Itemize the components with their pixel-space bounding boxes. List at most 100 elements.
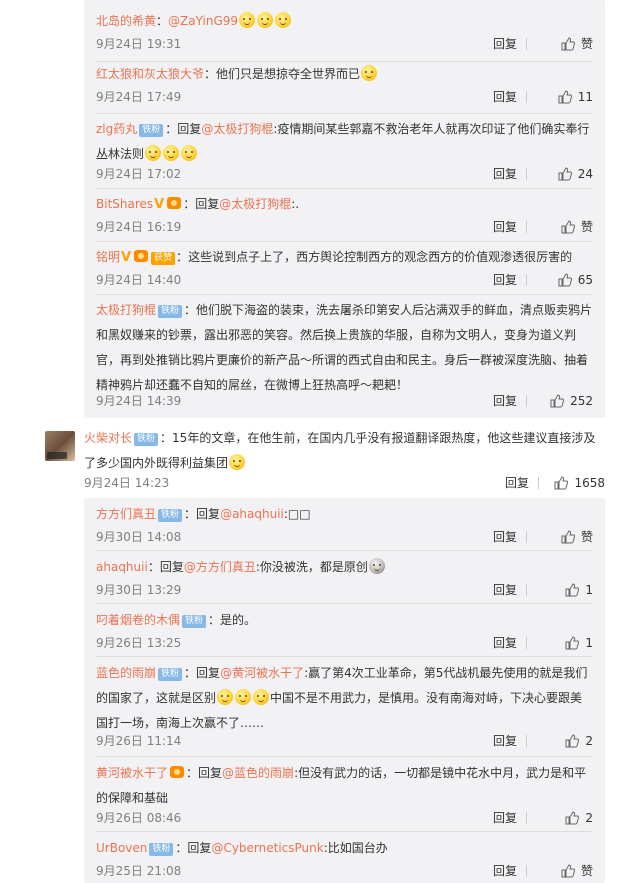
reply-item: zlg药丸 铁粉 ：回复@太极打狗棍:疫情期间某些郭嘉不救治老年人就再次印证了他们确… [96, 117, 593, 183]
reply-button[interactable]: 回复 [493, 271, 517, 289]
reply-text: 是的。 [220, 613, 257, 627]
thumbs-up-icon [558, 90, 572, 104]
like-button[interactable]: 赞 [561, 218, 593, 236]
vip-v-icon: V [154, 197, 165, 212]
medal-icon [167, 197, 182, 209]
reply-meta: 9月24日 19:31 回复 赞 [96, 35, 593, 53]
emoji-icon [239, 12, 256, 28]
reply-button[interactable]: 回复 [505, 474, 529, 492]
reply-username[interactable]: 黄河被水干了 [96, 766, 168, 780]
mention-link[interactable]: @ahaqhuii [220, 507, 284, 521]
like-button[interactable]: 11 [558, 88, 593, 106]
like-button[interactable]: 赞 [561, 528, 593, 546]
like-button[interactable]: 2 [565, 732, 593, 750]
thumbs-up-icon [565, 811, 580, 825]
reply-button[interactable]: 回复 [493, 581, 517, 599]
reply-meta: 9月24日 17:02 回复 24 [96, 165, 593, 183]
reply-item: 红太狼和灰太狼大爷：他们只是想掠夺全世界而已 9月24日 17:49 回复 11 [96, 62, 593, 106]
reply-button[interactable]: 回复 [493, 862, 517, 880]
reply-item: UrBoven 铁粉 ：回复@CyberneticsPunk:比如国台办 9月25日… [96, 836, 593, 880]
mention-link[interactable]: @太极打狗棍 [201, 122, 273, 136]
reply-username[interactable]: 蓝色的雨崩 [96, 666, 156, 680]
reply-button[interactable]: 回复 [493, 35, 517, 53]
divider [538, 477, 539, 489]
reply-username[interactable]: 铭明 [96, 250, 120, 264]
timestamp: 9月24日 14:40 [96, 273, 182, 287]
thumbs-up-icon [565, 583, 580, 597]
reply-item: 蓝色的雨崩 铁粉 ：回复@黄河被水干了:赢了第4次工业革命，第5代战机最先使用的就是… [96, 661, 593, 750]
reply-username[interactable]: BitShares [96, 197, 153, 211]
reply-button[interactable]: 回复 [493, 528, 517, 546]
emoji-icon [145, 145, 162, 161]
reply-button[interactable]: 回复 [493, 218, 517, 236]
like-button[interactable]: 24 [558, 165, 593, 183]
like-count: 赞 [580, 220, 593, 234]
reply-meta: 9月24日 17:49 回复 11 [96, 88, 593, 106]
timestamp: 9月24日 17:49 [96, 90, 182, 104]
reply-username[interactable]: 叼着烟卷的木偶 [96, 613, 180, 627]
fan-badge: 铁粉 [158, 668, 183, 681]
reply-username[interactable]: zlg药丸 [96, 122, 137, 136]
reply-button[interactable]: 回复 [493, 88, 517, 106]
mention-link[interactable]: @蓝色的雨崩 [222, 766, 294, 780]
thumbs-up-icon [561, 220, 575, 234]
emoji-icon [229, 454, 246, 470]
like-count: 2 [585, 811, 593, 825]
reply-text: :. [291, 197, 300, 211]
reply-button[interactable]: 回复 [493, 809, 517, 827]
like-button[interactable]: 赞 [561, 35, 593, 53]
reply-button[interactable]: 回复 [493, 392, 517, 410]
like-button[interactable]: 1 [565, 634, 593, 652]
reply-button[interactable]: 回复 [493, 634, 517, 652]
thumbs-up-icon [561, 864, 575, 878]
reply-username[interactable]: 太极打狗棍 [96, 303, 156, 317]
emoji-icon [368, 558, 385, 574]
divider [96, 603, 593, 604]
reply-meta: 9月26日 13:25 回复 1 [96, 634, 593, 652]
reply-item: BitSharesV ：回复@太极打狗棍:. 9月24日 16:19 回复 赞 [96, 192, 593, 236]
divider [526, 38, 527, 50]
emoji-icon [181, 145, 198, 161]
mention-link[interactable]: @太极打狗棍 [219, 197, 291, 211]
reply-item: 叼着烟卷的木偶 铁粉 ：是的。 9月26日 13:25 回复 1 [96, 608, 593, 652]
mention-link[interactable]: @ZaYinG99 [168, 14, 238, 28]
like-button[interactable]: 赞 [561, 862, 593, 880]
like-button[interactable]: 1 [565, 581, 593, 599]
reply-button[interactable]: 回复 [493, 165, 517, 183]
like-count: 252 [570, 394, 593, 408]
reply-username[interactable]: 红太狼和灰太狼大爷 [96, 67, 204, 81]
divider [526, 637, 527, 649]
reply-content: 红太狼和灰太狼大爷：他们只是想掠夺全世界而已 [96, 62, 593, 87]
reply-item: 太极打狗棍 铁粉 ：他们脱下海盗的装束，洗去屠杀印第安人后沾满双手的鲜血，清点贩卖鸦… [96, 298, 593, 414]
divider [96, 656, 593, 657]
timestamp: 9月26日 11:14 [96, 734, 182, 748]
reply-username[interactable]: UrBoven [96, 841, 147, 855]
mention-link[interactable]: @方方们真丑 [184, 560, 256, 574]
avatar[interactable] [45, 431, 75, 461]
thumbs-up-icon [550, 394, 565, 408]
reply-content: 黄河被水干了 ：回复@蓝色的雨崩:但没有武力的话，一切都是镜中花水中月，武力是和平… [96, 766, 587, 805]
reply-button[interactable]: 回复 [493, 732, 517, 750]
thumbs-up-icon [565, 636, 580, 650]
emoji-icon [257, 12, 274, 28]
divider [96, 294, 593, 295]
mention-link[interactable]: @黄河被水干了 [220, 666, 304, 680]
like-button[interactable]: 65 [558, 271, 593, 289]
reply-meta: 9月24日 14:39 回复 252 [96, 392, 593, 410]
reply-meta: 9月24日 14:40 回复 65 [96, 271, 593, 289]
emoji-icon [163, 145, 180, 161]
divider [526, 584, 527, 596]
divider [526, 91, 527, 103]
reply-username[interactable]: 北岛的希黄 [96, 14, 156, 28]
reply-username[interactable]: ahaqhuii [96, 560, 148, 574]
comment-username[interactable]: 火柴对长 [84, 431, 132, 445]
like-count: 11 [577, 90, 593, 104]
like-button[interactable]: 1658 [554, 474, 605, 492]
like-button[interactable]: 252 [550, 392, 593, 410]
like-button[interactable]: 2 [565, 809, 593, 827]
mention-link[interactable]: @CyberneticsPunk [211, 841, 323, 855]
reply-username[interactable]: 方方们真丑 [96, 507, 156, 521]
reply-content: UrBoven 铁粉 ：回复@CyberneticsPunk:比如国台办 [96, 841, 388, 856]
divider [526, 395, 527, 407]
divider [526, 812, 527, 824]
